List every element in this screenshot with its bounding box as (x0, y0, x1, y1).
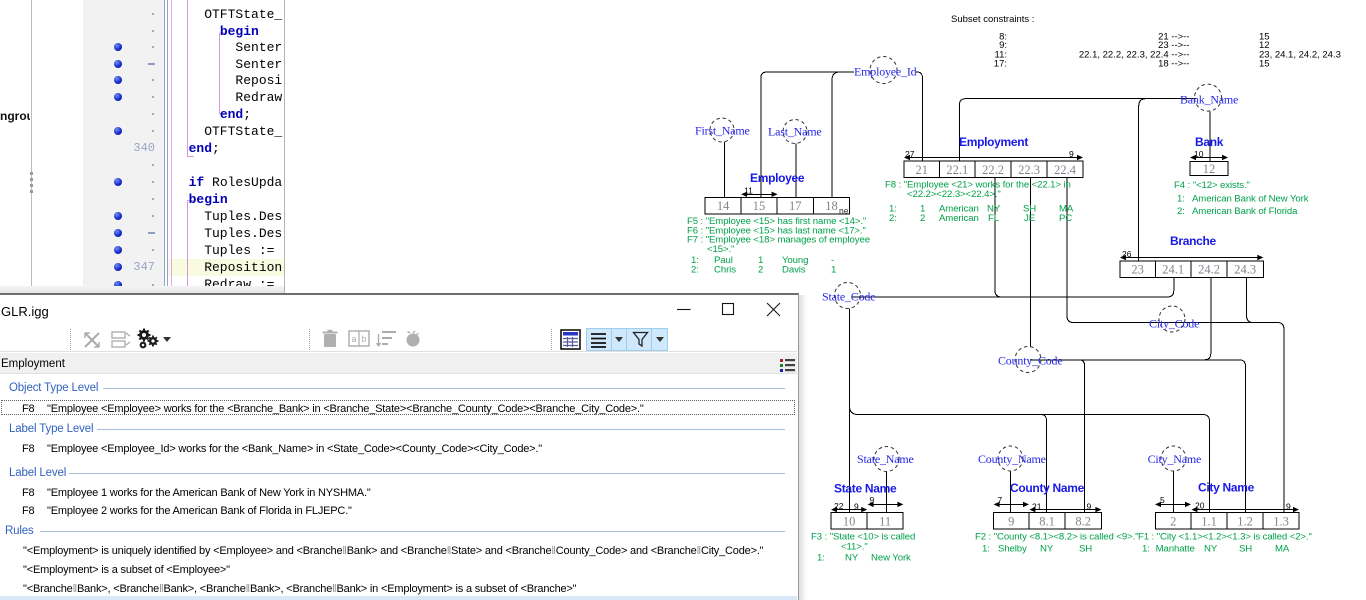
svg-text:2:: 2: (691, 264, 699, 275)
svg-text:F4 : "<12> exists.": F4 : "<12> exists." (1174, 180, 1250, 191)
svg-text:Bank: Bank (1195, 135, 1224, 149)
svg-text:b: b (362, 334, 367, 344)
svg-text:1.3: 1.3 (1273, 514, 1289, 528)
svg-text:F2 : "County <8.1><8.2> is cal: F2 : "County <8.1><8.2> is called <9>." (975, 532, 1138, 543)
svg-text:NY: NY (1204, 544, 1218, 555)
svg-text:22.1: 22.1 (946, 163, 968, 177)
svg-text:15: 15 (753, 199, 766, 213)
svg-text:5: 5 (1160, 495, 1165, 505)
svg-text:County Name: County Name (1010, 481, 1085, 495)
svg-text:9: 9 (854, 502, 859, 512)
svg-text:<11>.": <11>." (841, 542, 868, 553)
svg-text:Davis: Davis (782, 264, 806, 275)
svg-text:Employee: Employee (750, 171, 805, 185)
svg-text:Manhatte: Manhatte (1156, 544, 1195, 555)
svg-text:1.2: 1.2 (1237, 514, 1253, 528)
svg-text:17: 17 (789, 199, 802, 213)
svg-text:<22.2><22.3><22.4>.": <22.2><22.3><22.4>." (907, 189, 1001, 200)
svg-text:NY: NY (845, 553, 859, 564)
svg-text:22.3: 22.3 (1018, 163, 1040, 177)
svg-text:New York: New York (871, 553, 911, 564)
svg-text:11: 11 (879, 514, 891, 528)
svg-text:18 -->--: 18 -->-- (1158, 59, 1189, 70)
svg-text:American: American (939, 213, 979, 224)
svg-text:2: 2 (1170, 514, 1176, 528)
svg-text:City_Code: City_Code (1149, 317, 1199, 331)
svg-text:9: 9 (870, 495, 875, 505)
svg-text:Bank_Name: Bank_Name (1180, 93, 1238, 107)
svg-text:8.2: 8.2 (1075, 514, 1091, 528)
svg-text:City Name: City Name (1198, 481, 1255, 495)
svg-text:14: 14 (717, 199, 730, 213)
svg-text:ne: ne (839, 206, 849, 216)
svg-text:Shelby: Shelby (998, 544, 1027, 555)
svg-text:8.1: 8.1 (1039, 514, 1055, 528)
svg-text:County_Code: County_Code (998, 354, 1062, 368)
svg-text:7: 7 (998, 495, 1003, 505)
svg-text:1: 1 (831, 264, 836, 275)
svg-text:Employee_Id: Employee_Id (854, 65, 917, 79)
svg-text:11: 11 (744, 185, 753, 195)
svg-text:American Bank of New York: American Bank of New York (1192, 194, 1309, 205)
svg-text:Employment: Employment (959, 135, 1028, 149)
svg-text:MA: MA (1275, 544, 1290, 555)
svg-text:Last_Name: Last_Name (768, 125, 822, 139)
svg-text:10: 10 (843, 514, 856, 528)
svg-text:JE: JE (1024, 213, 1035, 224)
svg-text:10: 10 (1194, 149, 1204, 159)
svg-text:2: 2 (920, 213, 925, 224)
svg-text:F1 : "City <1.1><1.2><1.3> is: F1 : "City <1.1><1.2><1.3> is called <2>… (1138, 532, 1312, 543)
svg-text:State_Code: State_Code (822, 290, 875, 304)
svg-text:9: 9 (1069, 149, 1074, 159)
svg-text:2: 2 (758, 264, 763, 275)
svg-text:SH: SH (1079, 544, 1092, 555)
svg-text:12: 12 (1203, 162, 1216, 176)
svg-text:22: 22 (834, 501, 844, 511)
svg-text:a: a (352, 334, 357, 344)
svg-text:1.1: 1.1 (1201, 514, 1217, 528)
svg-text:County_Name: County_Name (978, 452, 1046, 466)
svg-text:20: 20 (1195, 501, 1205, 511)
svg-text:Branche: Branche (1170, 234, 1217, 248)
svg-text:2:: 2: (1177, 206, 1185, 217)
svg-text:22.2: 22.2 (982, 163, 1004, 177)
svg-text:27: 27 (905, 149, 915, 159)
svg-text:21: 21 (916, 163, 929, 177)
svg-text:Subset constraints :: Subset constraints : (951, 14, 1034, 25)
svg-text:9: 9 (1286, 502, 1291, 512)
svg-text:1:: 1: (982, 544, 990, 555)
svg-text:1:: 1: (817, 553, 825, 564)
svg-text:1:: 1: (1177, 194, 1185, 205)
svg-text:15: 15 (1259, 59, 1270, 70)
svg-text:NY: NY (1040, 544, 1054, 555)
svg-text:17:: 17: (994, 59, 1007, 70)
svg-text:21: 21 (1032, 502, 1042, 512)
svg-text:State Name: State Name (834, 482, 897, 496)
svg-text:State_Name: State_Name (857, 452, 914, 466)
svg-text:2:: 2: (889, 213, 897, 224)
svg-text:24.3: 24.3 (1234, 263, 1256, 277)
svg-text:Chris: Chris (714, 264, 736, 275)
svg-text:1:: 1: (1142, 544, 1150, 555)
svg-text:9: 9 (1087, 502, 1092, 512)
svg-text:SH: SH (1239, 544, 1252, 555)
svg-text:23: 23 (1131, 263, 1144, 277)
svg-text:City_Name: City_Name (1148, 452, 1202, 466)
svg-text:23, 24.1, 24.2, 24.3: 23, 24.1, 24.2, 24.3 (1259, 50, 1341, 61)
svg-text:<15>.": <15>." (707, 244, 734, 255)
svg-text:First_Name: First_Name (695, 124, 750, 138)
svg-text:FL: FL (988, 213, 1000, 224)
svg-text:18: 18 (825, 199, 838, 213)
svg-text:24.2: 24.2 (1198, 263, 1220, 277)
svg-text:24.1: 24.1 (1162, 263, 1184, 277)
svg-text:American Bank of Florida: American Bank of Florida (1192, 206, 1298, 217)
svg-text:9: 9 (1008, 514, 1014, 528)
svg-text:22.4: 22.4 (1054, 163, 1077, 177)
svg-text:26: 26 (1122, 249, 1132, 259)
svg-text:PC: PC (1059, 213, 1072, 224)
